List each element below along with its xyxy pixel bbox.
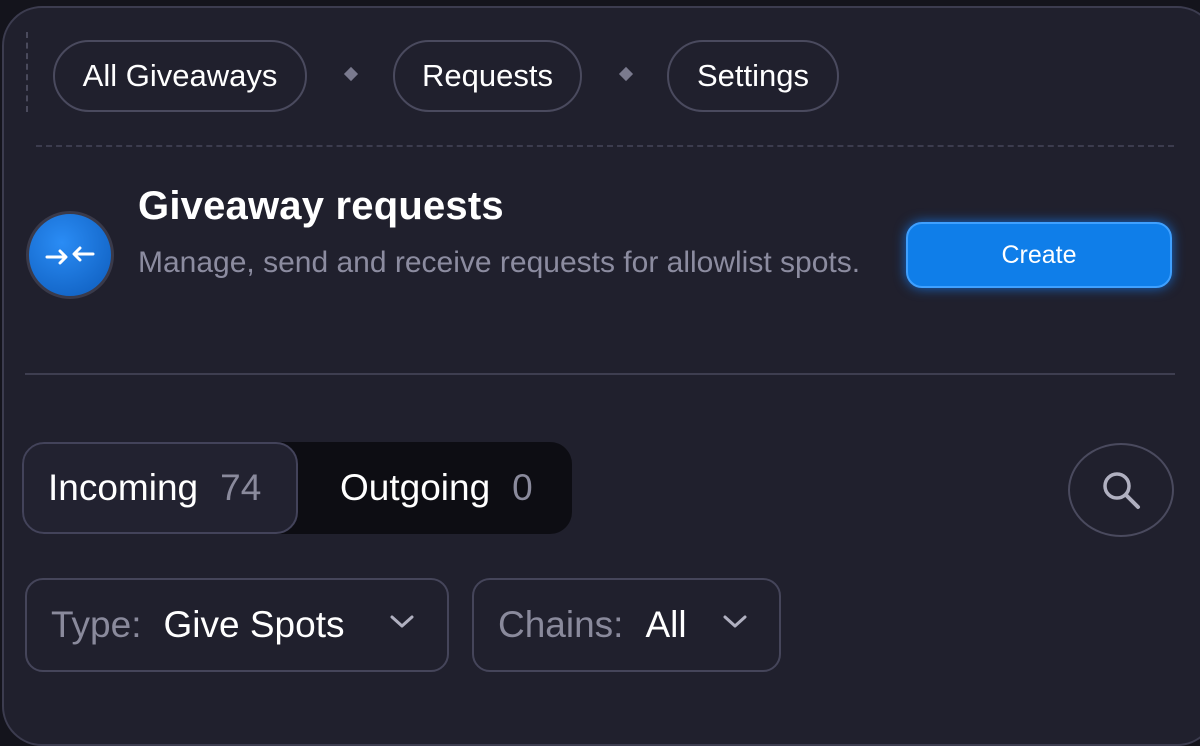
tab-outgoing-label: Outgoing (340, 467, 491, 508)
tab-incoming-count: 74 (220, 467, 262, 508)
chevron-down-icon (723, 615, 747, 628)
chevron-down-icon (390, 615, 414, 628)
section-divider (25, 373, 1175, 375)
page-title: Giveaway requests (138, 184, 504, 228)
page-description: Manage, send and receive requests for al… (138, 246, 861, 279)
nav-settings[interactable]: Settings (667, 40, 839, 112)
create-button[interactable]: Create (906, 222, 1172, 288)
type-filter-value: Give Spots (163, 604, 345, 645)
nav-requests[interactable]: Requests (393, 40, 582, 112)
arrows-in-icon (26, 211, 114, 299)
search-button[interactable] (1068, 443, 1174, 537)
chains-filter-label: Chains: (498, 604, 624, 645)
type-filter-dropdown[interactable]: Type: Give Spots (25, 578, 449, 672)
section-dashed-divider (36, 145, 1174, 147)
chains-filter-value: All (645, 604, 687, 645)
search-icon (1103, 472, 1140, 509)
tab-incoming[interactable]: Incoming 74 (22, 442, 298, 534)
chains-filter-dropdown[interactable]: Chains: All (472, 578, 781, 672)
request-tabs: Incoming 74 Outgoing 0 (22, 442, 572, 534)
type-filter-label: Type: (51, 604, 142, 645)
nav-all-giveaways[interactable]: All Giveaways (53, 40, 307, 112)
vertical-dashed-divider (26, 32, 28, 112)
tab-incoming-label: Incoming (48, 467, 199, 508)
tab-outgoing-count: 0 (512, 467, 533, 508)
tab-outgoing[interactable]: Outgoing 0 (340, 442, 533, 534)
